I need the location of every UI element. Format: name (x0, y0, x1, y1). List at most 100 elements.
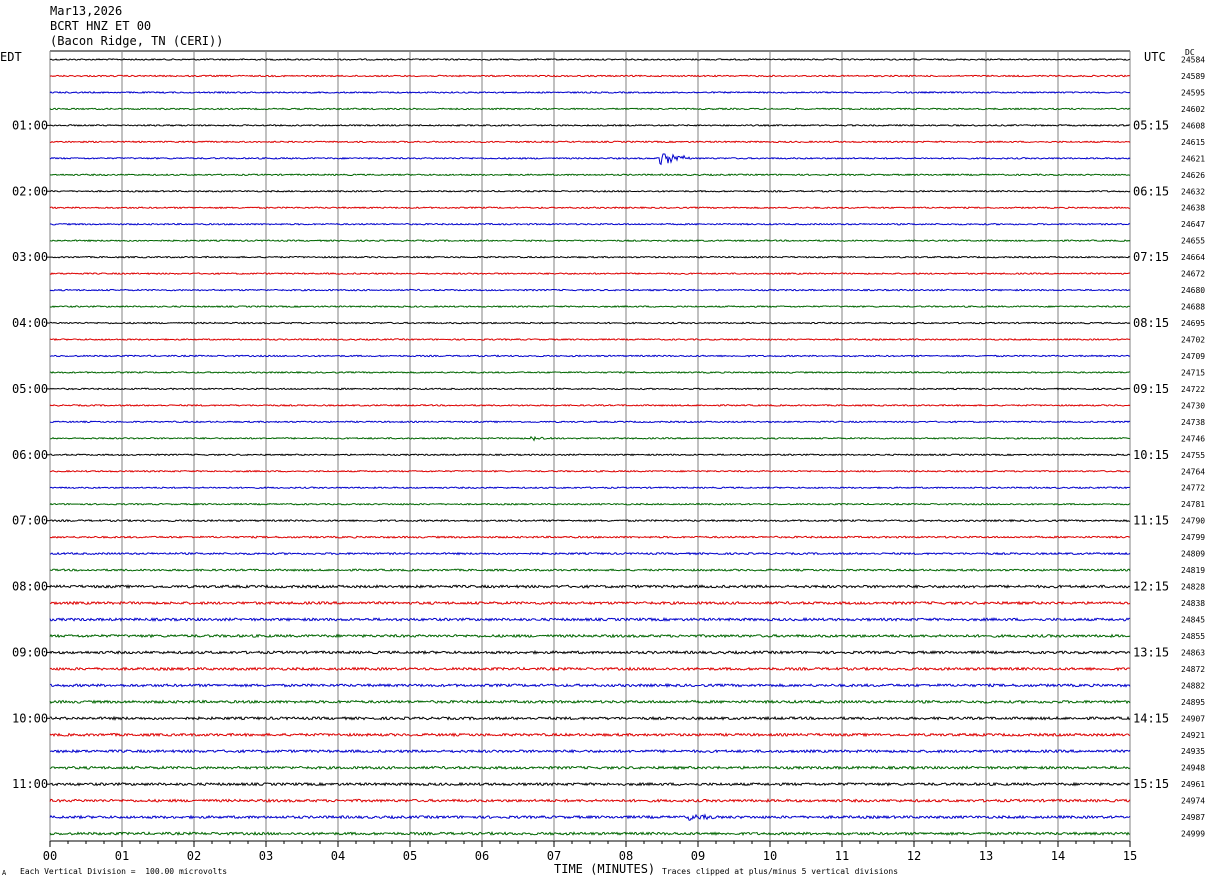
left-hour-label: 11:00 (12, 777, 48, 791)
right-hour-label: 07:15 (1133, 250, 1169, 264)
right-hour-label: 12:15 (1133, 580, 1169, 594)
x-tick-label: 00 (43, 849, 57, 863)
dc-offset-label: 24702 (1181, 335, 1205, 344)
dc-offset-label: 24584 (1181, 56, 1205, 65)
dc-offset-label: 24615 (1181, 138, 1205, 147)
left-hour-label: 08:00 (12, 580, 48, 594)
dc-offset-label: 24632 (1181, 187, 1205, 196)
trace-line-36 (49, 633, 1131, 639)
trace-line-29 (49, 518, 1131, 523)
trace-line-6 (49, 140, 1131, 144)
dc-offset-label: 24738 (1181, 418, 1205, 427)
trace-line-47 (49, 813, 1131, 821)
left-hour-label: 07:00 (12, 514, 48, 528)
right-hour-label: 11:15 (1133, 514, 1169, 528)
dc-offset-label: 24638 (1181, 204, 1205, 213)
x-tick-label: 09 (691, 849, 705, 863)
dc-offset-label: 24828 (1181, 583, 1205, 592)
trace-line-26 (49, 469, 1131, 473)
trace-line-44 (49, 765, 1131, 771)
right-hour-label: 15:15 (1133, 777, 1169, 791)
dc-offset-label: 24838 (1181, 599, 1205, 608)
dc-offset-label: 24872 (1181, 665, 1205, 674)
dc-offset-label: 24882 (1181, 681, 1205, 690)
x-tick-label: 02 (187, 849, 201, 863)
trace-line-32 (49, 568, 1131, 572)
dc-offset-label: 24809 (1181, 550, 1205, 559)
trace-line-24 (49, 435, 1131, 442)
trace-line-17 (49, 321, 1131, 325)
dc-offset-label: 24680 (1181, 286, 1205, 295)
dc-offset-label: 24695 (1181, 319, 1205, 328)
dc-offset-label: 24772 (1181, 484, 1205, 493)
dc-offset-label: 24608 (1181, 121, 1205, 130)
scale-note: Each Vertical Division = 100.00 microvol… (20, 867, 228, 876)
left-hour-label: 03:00 (12, 250, 48, 264)
trace-line-38 (49, 666, 1131, 672)
trace-line-8 (49, 173, 1131, 177)
dc-offset-label: 24781 (1181, 500, 1205, 509)
x-tick-label: 15 (1123, 849, 1137, 863)
left-hour-label: 05:00 (12, 382, 48, 396)
trace-line-5 (49, 123, 1131, 127)
x-tick-label: 13 (979, 849, 993, 863)
trace-line-10 (49, 206, 1131, 210)
dc-offset-label: 24819 (1181, 566, 1205, 575)
trace-line-45 (49, 781, 1131, 787)
dc-offset-label: 24647 (1181, 220, 1205, 229)
x-tick-label: 05 (403, 849, 417, 863)
left-hour-label: 01:00 (12, 118, 48, 132)
trace-line-1 (49, 58, 1131, 61)
dc-offset-label: 24655 (1181, 237, 1205, 246)
trace-line-31 (49, 551, 1131, 556)
dc-offset-label: 24974 (1181, 797, 1205, 806)
trace-line-40 (49, 699, 1131, 705)
trace-line-25 (50, 453, 1131, 457)
trace-line-14 (49, 272, 1131, 276)
dc-offset-label: 24688 (1181, 303, 1205, 312)
right-hour-label: 08:15 (1133, 316, 1169, 330)
dc-offset-label: 24895 (1181, 698, 1205, 707)
helicorder-plot: 00 01 02 03 04 05 06 07 08 09 10 11 12 13 14 15 24584 245… (12, 50, 1205, 863)
trace-line-42 (49, 732, 1131, 738)
left-hour-label: 10:00 (12, 711, 48, 725)
trace-line-28 (49, 502, 1131, 506)
trace-line-3 (49, 90, 1131, 94)
right-hour-label: 14:15 (1133, 711, 1169, 725)
left-hour-label: 04:00 (12, 316, 48, 330)
trace-line-41 (49, 715, 1131, 721)
dc-offset-label: 24730 (1181, 401, 1205, 410)
dc-offset-label: 24921 (1181, 731, 1205, 740)
dc-offset-label: 24626 (1181, 171, 1205, 180)
x-tick-label: 04 (331, 849, 345, 863)
trace-line-4 (49, 107, 1131, 111)
left-hour-label: 09:00 (12, 645, 48, 659)
trace-line-7 (49, 153, 1131, 166)
trace-line-35 (49, 617, 1131, 622)
left-hour-label: 06:00 (12, 448, 48, 462)
trace-line-48 (49, 831, 1131, 837)
trace-line-37 (49, 649, 1131, 655)
right-hour-label: 05:15 (1133, 118, 1169, 132)
trace-line-9 (49, 189, 1131, 193)
x-tick-label: 08 (619, 849, 633, 863)
corner-mark: A (2, 869, 7, 877)
x-tick-label: 06 (475, 849, 489, 863)
right-hour-label: 06:15 (1133, 184, 1169, 198)
trace-line-21 (49, 387, 1131, 391)
dc-offset-label: 24621 (1181, 154, 1205, 163)
x-tick-label: 12 (907, 849, 921, 863)
trace-line-2 (49, 74, 1131, 78)
right-hour-label: 10:15 (1133, 448, 1169, 462)
trace-line-46 (49, 798, 1131, 803)
dc-offset-label: 24999 (1181, 830, 1205, 839)
dc-offset-label: 24602 (1181, 105, 1205, 114)
trace-line-20 (49, 370, 1131, 374)
dc-offset-label: 24589 (1181, 72, 1205, 81)
trace-line-34 (49, 600, 1131, 606)
trace-line-43 (49, 748, 1131, 754)
dc-offset-label: 24935 (1181, 747, 1205, 756)
dc-offset-label: 24664 (1181, 253, 1205, 262)
right-hour-label: 09:15 (1133, 382, 1169, 396)
trace-line-19 (49, 354, 1131, 358)
